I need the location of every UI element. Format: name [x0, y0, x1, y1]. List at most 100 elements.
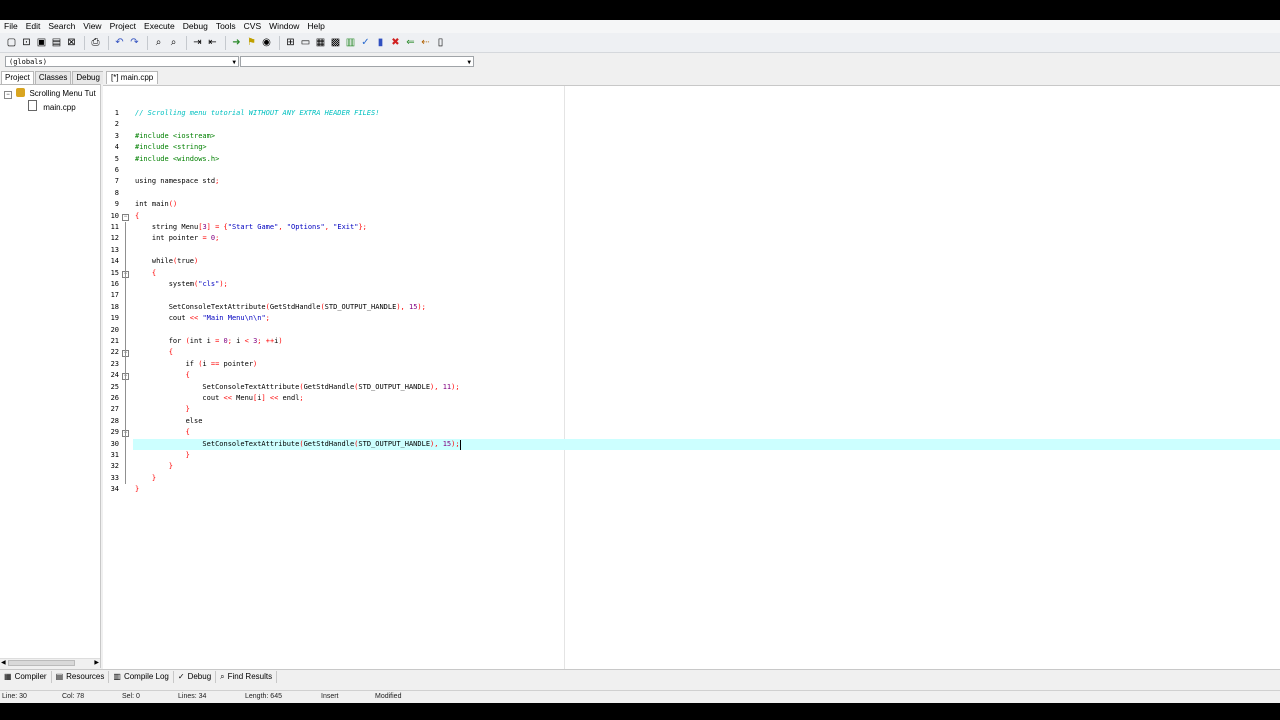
class-browser-icon[interactable]: ▦ — [314, 36, 327, 49]
menu-window[interactable]: Window — [265, 20, 303, 33]
open-icon[interactable]: ⊡ — [20, 36, 33, 49]
tree-item-project[interactable]: − Scrolling Menu Tut — [4, 88, 96, 99]
find-icon[interactable]: ⌕ — [152, 36, 165, 49]
tab-compile-log[interactable]: ▥ Compile Log — [109, 671, 174, 683]
menu-cvs[interactable]: CVS — [240, 20, 265, 33]
tab-debug[interactable]: Debug — [72, 71, 104, 84]
editor-tabs: [*] main.cpp — [103, 71, 1280, 84]
code-line[interactable]: int pointer = 0; — [135, 233, 219, 244]
line-number: 31 — [110, 451, 119, 459]
stop-icon[interactable]: ✖ — [389, 36, 402, 49]
compile-run-icon[interactable]: ✓ — [359, 36, 372, 49]
code-line[interactable]: #include <iostream> — [135, 131, 215, 142]
scroll-left-icon[interactable]: ◀ — [1, 659, 6, 667]
collapse-icon[interactable]: − — [4, 91, 12, 99]
new-project-icon[interactable]: ⊞ — [284, 36, 297, 49]
menu-help[interactable]: Help — [303, 20, 328, 33]
status-bar: Line: 30 Col: 78 Sel: 0 Lines: 34 Length… — [0, 690, 1280, 703]
code-line[interactable]: { — [135, 211, 139, 222]
code-line[interactable]: system("cls"); — [135, 279, 228, 290]
compiler-icon: ▦ — [4, 672, 12, 681]
menu-project[interactable]: Project — [106, 20, 140, 33]
chevron-down-icon: ▼ — [467, 59, 471, 66]
save-all-icon[interactable]: ▤ — [50, 36, 63, 49]
code-line[interactable]: } — [135, 484, 139, 495]
menu-view[interactable]: View — [79, 20, 105, 33]
tab-project[interactable]: Project — [1, 71, 34, 84]
tab-main-cpp[interactable]: [*] main.cpp — [106, 71, 159, 84]
code-line[interactable]: cout << "Main Menu\n\n"; — [135, 313, 270, 324]
code-line[interactable]: // Scrolling menu tutorial WITHOUT ANY E… — [135, 108, 379, 119]
code-editor[interactable]: 1 2 3 4 5 6 7 8 9 10 11 12 13 14 15 16 17 18 19 20 21 22 23 24 2… — [103, 85, 1280, 669]
line-number: 7 — [114, 177, 119, 186]
code-line[interactable]: string Menu[3] = {"Start Game", "Options… — [135, 222, 367, 233]
new-file-icon[interactable]: ▢ — [5, 36, 18, 49]
code-line[interactable]: int main() — [135, 199, 177, 210]
code-line[interactable]: if (i == pointer) — [135, 359, 258, 370]
scrollbar-thumb[interactable] — [8, 660, 75, 666]
step-icon[interactable]: ▯ — [434, 36, 447, 49]
menu-search[interactable]: Search — [44, 20, 79, 33]
tab-classes[interactable]: Classes — [34, 71, 72, 84]
line-number: 24 — [110, 371, 119, 380]
line-number: 26 — [110, 394, 119, 402]
code-line[interactable]: SetConsoleTextAttribute(GetStdHandle(STD… — [135, 302, 426, 313]
compile-icon[interactable]: ▩ — [329, 36, 342, 49]
code-line[interactable]: { — [135, 370, 190, 381]
bookmark-icon[interactable]: ⚑ — [245, 36, 258, 49]
code-line[interactable]: while(true) — [135, 256, 198, 267]
save-icon[interactable]: ▣ — [35, 36, 48, 49]
code-line[interactable]: else — [135, 416, 203, 427]
code-line[interactable]: } — [135, 450, 190, 461]
code-line[interactable]: using namespace std; — [135, 176, 219, 187]
class-combo[interactable]: (globals) ▼ — [5, 56, 239, 67]
add-watch-icon[interactable]: ⇠ — [419, 36, 432, 49]
text-caret — [459, 439, 461, 450]
code-line[interactable]: } — [135, 461, 173, 472]
indent-icon[interactable]: ⇥ — [191, 36, 204, 49]
line-number: 6 — [114, 166, 119, 174]
line-number: 4 — [114, 143, 119, 152]
status-line: Line: 30 — [2, 693, 27, 700]
run-icon[interactable]: ▥ — [344, 36, 357, 49]
code-line[interactable]: for (int i = 0; i < 3; ++i) — [135, 336, 283, 347]
code-line[interactable]: #include <windows.h> — [135, 154, 219, 165]
menu-tools[interactable]: Tools — [212, 20, 240, 33]
code-line[interactable]: } — [135, 404, 190, 415]
code-line[interactable]: SetConsoleTextAttribute(GetStdHandle(STD… — [135, 439, 459, 450]
member-combo[interactable]: ▼ — [240, 56, 474, 67]
unindent-icon[interactable]: ⇤ — [206, 36, 219, 49]
tab-resources[interactable]: ▤ Resources — [52, 671, 110, 683]
debug-icon[interactable]: ⇐ — [404, 36, 417, 49]
tab-compiler[interactable]: ▦ Compiler — [0, 671, 52, 683]
code-line[interactable]: { — [135, 268, 156, 279]
fold-toggle-icon[interactable]: − — [122, 213, 129, 221]
tab-find-results[interactable]: ⌕ Find Results — [216, 671, 278, 683]
toggle-icon[interactable]: ◉ — [260, 36, 273, 49]
resources-icon: ▤ — [55, 672, 64, 681]
toolbar-separator — [108, 35, 109, 50]
code-line[interactable]: cout << Menu[i] << endl; — [135, 393, 303, 404]
code-line[interactable]: #include <string> — [135, 142, 207, 153]
rebuild-icon[interactable]: ▮ — [374, 36, 387, 49]
code-line[interactable]: { — [135, 427, 190, 438]
menu-execute[interactable]: Execute — [140, 20, 179, 33]
horizontal-scrollbar[interactable]: ◀ ▶ — [0, 658, 100, 668]
code-line[interactable]: { — [135, 347, 173, 358]
redo-icon[interactable]: ↷ — [128, 36, 141, 49]
tab-debug[interactable]: ✓ Debug — [174, 671, 217, 683]
close-icon[interactable]: ⊠ — [65, 36, 78, 49]
undo-icon[interactable]: ↶ — [113, 36, 126, 49]
code-line[interactable]: } — [135, 473, 156, 484]
replace-icon[interactable]: ⌕ — [167, 36, 180, 49]
menu-file[interactable]: File — [0, 20, 22, 33]
menu-edit[interactable]: Edit — [22, 20, 45, 33]
line-number: 29 — [110, 428, 119, 437]
print-icon[interactable]: ⎙ — [89, 36, 102, 49]
scroll-right-icon[interactable]: ▶ — [94, 659, 99, 667]
tree-item-file[interactable]: main.cpp — [28, 100, 76, 113]
goto-icon[interactable]: ➜ — [230, 36, 243, 49]
code-line[interactable]: SetConsoleTextAttribute(GetStdHandle(STD… — [135, 382, 459, 393]
project-options-icon[interactable]: ▭ — [299, 36, 312, 49]
menu-debug[interactable]: Debug — [179, 20, 212, 33]
